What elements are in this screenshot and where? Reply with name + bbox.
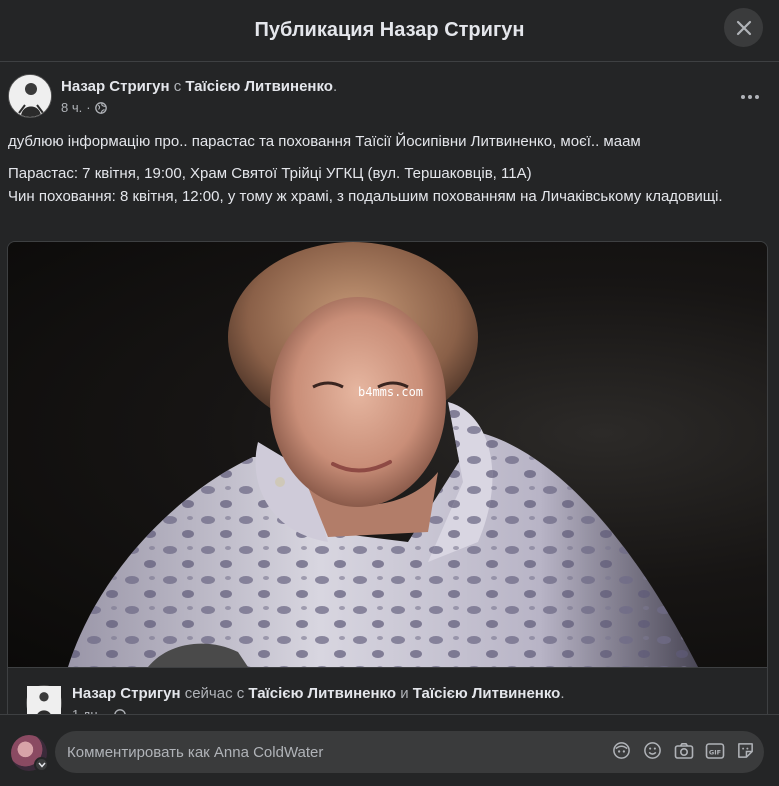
author-line-period: . — [332, 78, 338, 95]
dialog-header: Публикация Назар Стригун — [0, 0, 779, 62]
post-text-parastas: Парастас: 7 квітня, 19:00, Храм Святої Т… — [8, 165, 532, 182]
post-time[interactable]: 8 ч. — [61, 100, 82, 115]
shared-post-card[interactable]: b4mms.com Назар Стригун сейчас с Таїсією… — [7, 241, 768, 721]
post-photo[interactable]: b4mms.com — [8, 242, 767, 667]
chevron-down-icon — [37, 762, 46, 768]
post-text-funeral: Чин поховання: 8 квітня, 12:00, у тому ж… — [8, 188, 723, 205]
watermark: b4mms.com — [358, 385, 424, 399]
globe-icon — [94, 101, 107, 114]
close-icon — [736, 20, 751, 35]
tagged-name[interactable]: Таїсією Литвиненко — [185, 78, 333, 95]
avatar-sticker-button[interactable] — [611, 740, 632, 761]
shared-line-period: . — [560, 685, 565, 702]
with-word: с — [173, 78, 182, 95]
shared-tagged-name-1[interactable]: Таїсією Литвиненко — [248, 685, 396, 702]
author-line: Назар Стригун с Таїсією Литвиненко. — [61, 78, 337, 95]
shared-author-line: Назар Стригун сейчас с Таїсією Литвиненк… — [72, 685, 565, 702]
shared-author-name[interactable]: Назар Стригун — [72, 685, 181, 702]
emoji-icon — [644, 742, 661, 759]
comment-bar: GIF — [0, 714, 779, 786]
author-name[interactable]: Назар Стригун — [61, 78, 170, 95]
post-header: Назар Стригун с Таїсією Литвиненко. 8 ч.… — [8, 74, 768, 124]
more-dot-icon — [741, 95, 745, 99]
comment-tools: GIF — [611, 740, 756, 761]
gif-button[interactable]: GIF — [704, 740, 725, 761]
shared-and-word: и — [400, 685, 409, 702]
comment-input-container: GIF — [55, 731, 764, 773]
portrait-photo-illustration — [68, 242, 698, 667]
sticker-button[interactable] — [735, 740, 756, 761]
sticker-icon — [738, 743, 753, 758]
shared-tagged-name-2[interactable]: Таїсією Литвиненко — [413, 685, 561, 702]
person-figure-icon — [9, 75, 51, 117]
more-dot-icon — [748, 95, 752, 99]
shared-time-now: сейчас — [184, 685, 233, 702]
camera-button[interactable] — [673, 740, 694, 761]
svg-text:GIF: GIF — [708, 748, 720, 756]
post-text-intro: дублюю інформацію про.. парастас та похо… — [8, 133, 641, 150]
author-avatar[interactable] — [8, 74, 52, 118]
post-meta: 8 ч. · — [61, 100, 107, 115]
shared-post-author: Назар Стригун сейчас с Таїсією Литвиненк… — [8, 667, 767, 720]
avatar-sticker-icon — [613, 742, 630, 759]
avatar-switch-button[interactable] — [34, 757, 49, 772]
gif-icon: GIF — [705, 742, 724, 759]
close-button[interactable] — [724, 8, 763, 47]
meta-dot: · — [86, 100, 91, 115]
emoji-button[interactable] — [642, 740, 663, 761]
camera-icon — [674, 742, 693, 759]
post-details: Парастас: 7 квітня, 19:00, Храм Святої Т… — [8, 162, 768, 208]
comment-input[interactable] — [55, 732, 575, 772]
shared-with-word: с — [236, 685, 245, 702]
post-body: дублюю інформацію про.. парастас та похо… — [8, 130, 768, 208]
dialog-title: Публикация Назар Стригун — [254, 19, 525, 41]
more-options-button[interactable] — [732, 82, 768, 112]
more-dot-icon — [755, 95, 759, 99]
